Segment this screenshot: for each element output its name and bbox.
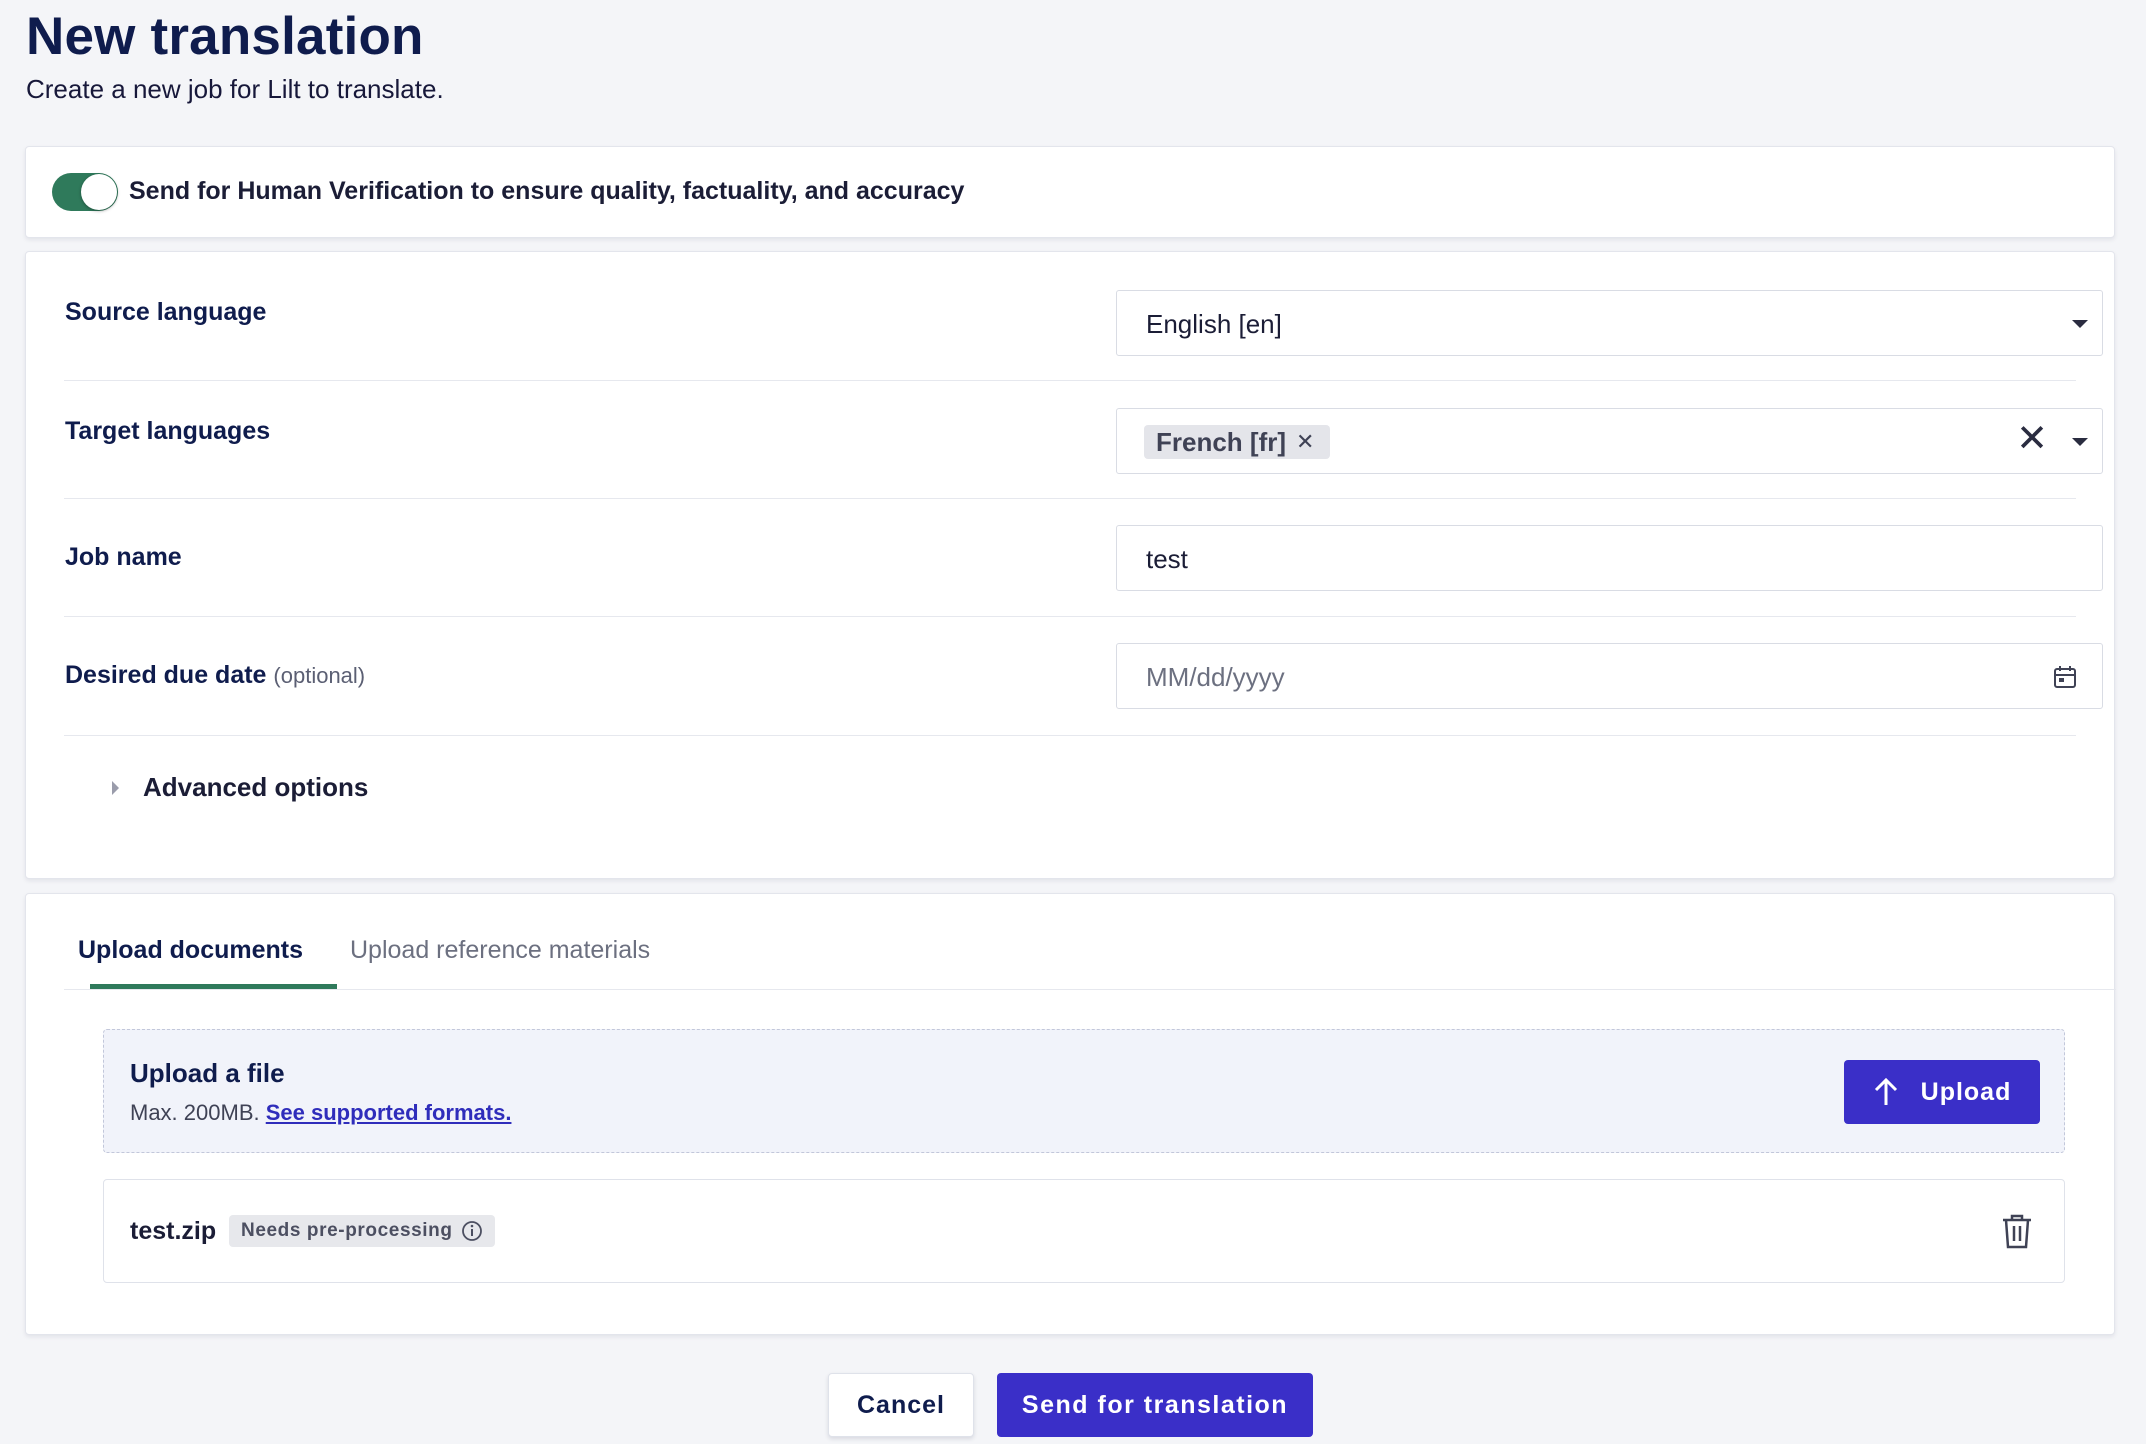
verification-card: Send for Human Verification to ensure qu…: [25, 146, 2115, 238]
job-name-input[interactable]: test: [1116, 525, 2103, 591]
optional-hint: (optional): [273, 663, 366, 688]
job-name-label: Job name: [65, 543, 182, 571]
trash-icon[interactable]: [2000, 1212, 2034, 1250]
target-languages-select[interactable]: French [fr] ✕ ✕: [1116, 408, 2103, 474]
upload-button-label: Upload: [1920, 1077, 2012, 1106]
clear-selection-icon[interactable]: ✕: [2016, 420, 2048, 458]
upload-tabs: Upload documents Upload reference materi…: [64, 894, 2116, 990]
upload-card: Upload documents Upload reference materi…: [25, 893, 2116, 1335]
human-verification-label: Send for Human Verification to ensure qu…: [129, 177, 965, 205]
page-title: New translation: [26, 7, 424, 66]
upload-button[interactable]: Upload: [1844, 1060, 2040, 1124]
due-date-label-text: Desired due date: [65, 661, 267, 689]
page-subtitle: Create a new job for Lilt to translate.: [26, 74, 444, 104]
target-languages-row: Target languages French [fr] ✕ ✕: [64, 381, 2103, 499]
send-for-translation-button[interactable]: Send for translation: [997, 1373, 1313, 1437]
tab-upload-documents[interactable]: Upload documents: [78, 936, 303, 965]
file-name: test.zip: [130, 1217, 217, 1245]
advanced-options-label: Advanced options: [143, 772, 369, 802]
job-name-value: test: [1146, 544, 1188, 574]
cancel-button[interactable]: Cancel: [828, 1373, 974, 1437]
max-size-text: Max. 200MB.: [130, 1100, 260, 1125]
job-details-card: Source language English [en] Target lang…: [25, 251, 2115, 879]
tab-upload-reference-materials[interactable]: Upload reference materials: [350, 936, 650, 965]
file-dropzone[interactable]: Upload a file Max. 200MB. See supported …: [103, 1029, 2065, 1153]
language-chip-label: French [fr]: [1156, 426, 1286, 457]
target-languages-label: Target languages: [65, 417, 271, 445]
due-date-input[interactable]: MM/dd/yyyy: [1116, 643, 2103, 709]
job-name-row: Job name test: [64, 499, 2103, 617]
remove-chip-icon[interactable]: ✕: [1296, 429, 1314, 455]
dropzone-subtext: Max. 200MB. See supported formats.: [130, 1100, 511, 1126]
info-icon[interactable]: [461, 1220, 483, 1242]
toggle-knob: [81, 174, 117, 210]
due-date-label: Desired due date (optional): [65, 661, 365, 690]
active-tab-indicator: [90, 984, 337, 989]
uploaded-file-row: test.zip Needs pre-processing: [103, 1179, 2065, 1283]
source-language-select[interactable]: English [en]: [1116, 290, 2103, 356]
advanced-options-toggle[interactable]: Advanced options: [112, 772, 368, 803]
source-language-label: Source language: [65, 298, 267, 326]
due-date-placeholder: MM/dd/yyyy: [1146, 662, 1285, 692]
supported-formats-link[interactable]: See supported formats.: [266, 1100, 512, 1125]
chevron-down-icon: [2072, 438, 2088, 446]
arrow-up-icon: [1874, 1077, 1897, 1105]
due-date-row: Desired due date (optional) MM/dd/yyyy: [64, 617, 2103, 736]
new-translation-page: New translation Create a new job for Lil…: [0, 0, 2146, 1444]
source-language-value: English [en]: [1146, 309, 1282, 339]
source-language-row: Source language English [en]: [64, 252, 2103, 381]
status-badge-label: Needs pre-processing: [241, 1220, 453, 1241]
human-verification-toggle[interactable]: [52, 173, 118, 211]
calendar-icon[interactable]: [2052, 664, 2078, 690]
chevron-down-icon: [2072, 320, 2088, 328]
language-chip: French [fr] ✕: [1144, 425, 1331, 459]
dropzone-title: Upload a file: [130, 1058, 285, 1088]
status-badge: Needs pre-processing: [229, 1215, 495, 1247]
chevron-right-icon: [112, 780, 119, 795]
